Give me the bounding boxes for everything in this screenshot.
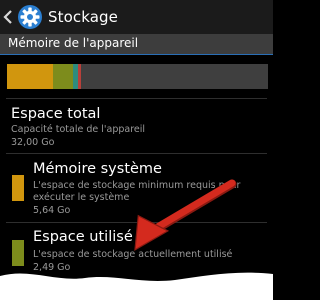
gear-icon [18, 5, 42, 29]
divider [6, 222, 267, 223]
used-subtitle: L'espace de stockage actuellement utilis… [33, 249, 233, 260]
section-title: Mémoire de l'appareil [8, 36, 139, 50]
usage-segment-red [78, 64, 81, 89]
usage-segment-system [7, 64, 53, 89]
back-button[interactable] [0, 0, 16, 34]
system-value: 5,64 Go [33, 205, 71, 216]
page-title: Stockage [48, 8, 118, 26]
system-subtitle-line1: L'espace de stockage minimum requis pour [33, 180, 241, 191]
divider [6, 98, 267, 99]
system-title: Mémoire système [33, 161, 162, 177]
usage-segment-used [53, 64, 73, 89]
total-subtitle: Capacité totale de l'appareil [11, 124, 146, 135]
total-title: Espace total [11, 106, 101, 122]
used-title: Espace utilisé [33, 229, 133, 245]
section-header: Mémoire de l'appareil [0, 34, 273, 55]
app-bar: Stockage [0, 0, 273, 34]
total-value: 32,00 Go [11, 137, 55, 148]
torn-edge-decoration [0, 272, 273, 300]
system-color-swatch [12, 175, 24, 201]
divider [6, 153, 267, 154]
chevron-left-icon [3, 10, 12, 24]
system-subtitle-line2: exécuter le système [33, 192, 130, 203]
storage-usage-bar [7, 64, 268, 89]
